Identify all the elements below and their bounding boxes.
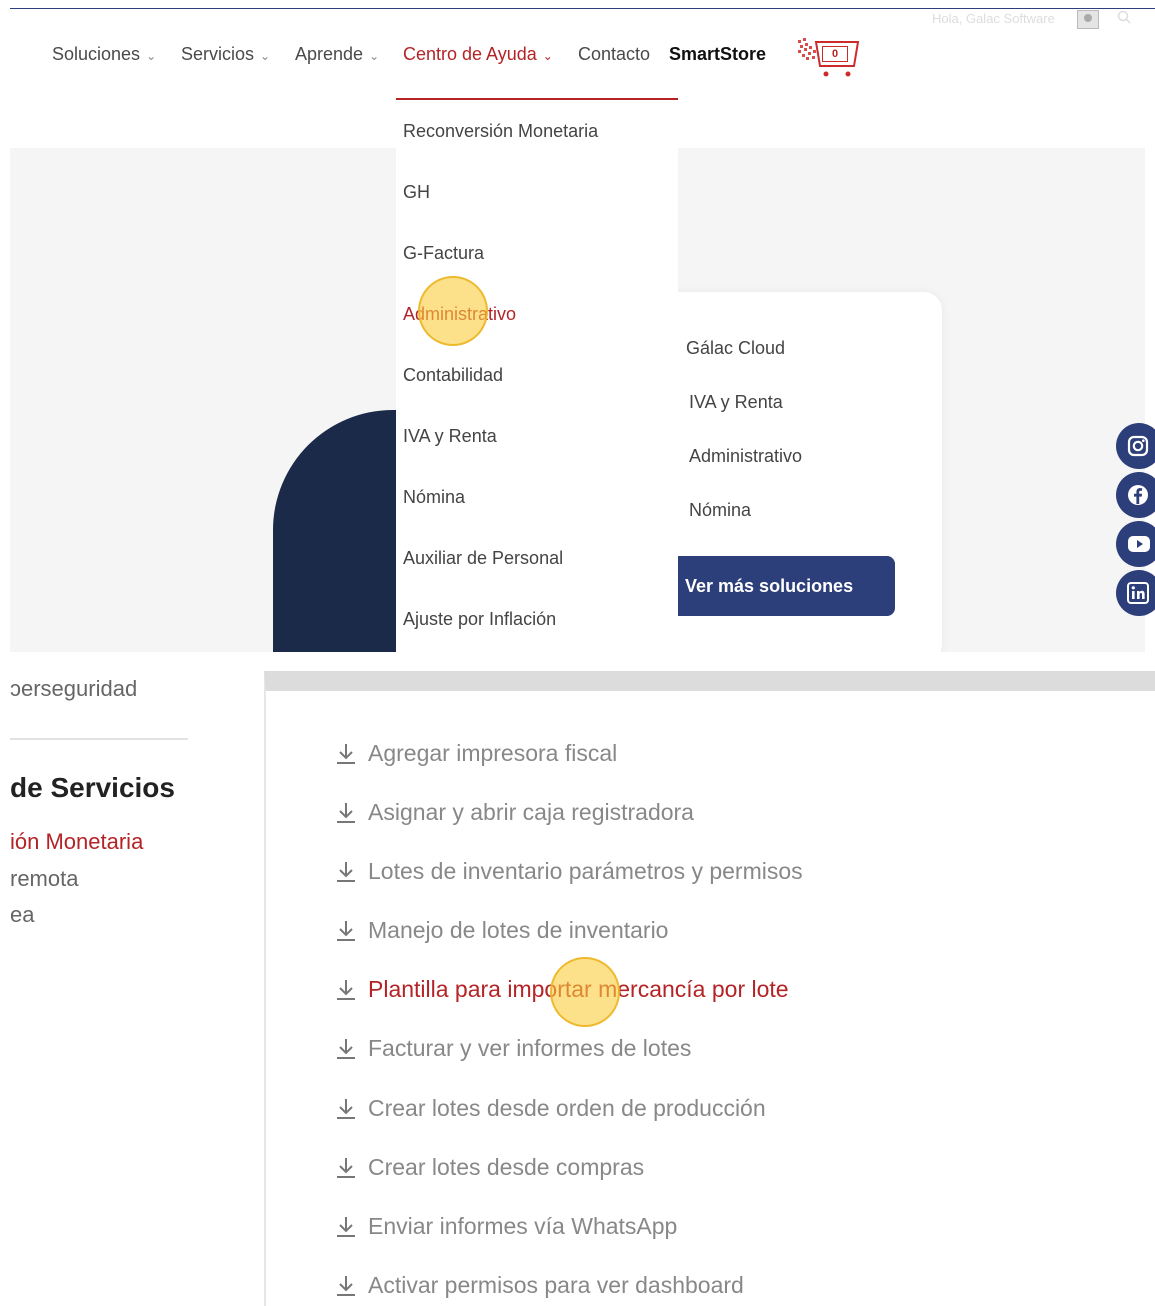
chevron-down-icon: ⌄ [369,48,380,63]
dropdown-item-g-factura[interactable]: G-Factura [403,243,484,264]
nav-label: Contacto [578,44,651,64]
chevron-down-icon: ⌄ [146,48,157,63]
click-highlight-marker [550,957,620,1027]
solution-item-galac-cloud[interactable]: Gálac Cloud [686,338,785,359]
download-item[interactable]: Crear lotes desde orden de producción [336,1095,766,1122]
click-highlight-marker [418,276,488,346]
dropdown-item-nomina[interactable]: Nómina [403,487,465,508]
download-icon [337,861,355,882]
download-item-label: Enviar informes vía WhatsApp [368,1213,678,1239]
nav-servicios[interactable]: Servicios ⌄ [181,44,270,65]
download-icon [337,1216,355,1237]
nav-label: Soluciones [52,44,141,64]
download-item-label: Facturar y ver informes de lotes [368,1035,692,1061]
nav-smartstore[interactable]: SmartStore [669,44,766,65]
nav-label: Centro de Ayuda [403,44,537,64]
cart-button[interactable]: 0 [796,36,860,80]
solution-item-iva-renta[interactable]: IVA y Renta [689,392,783,413]
avatar[interactable] [1077,10,1099,29]
nav-label: Aprende [295,44,364,64]
download-icon [337,979,355,1000]
download-icon [337,920,355,941]
linkedin-icon[interactable] [1116,570,1155,616]
download-item[interactable]: Manejo de lotes de inventario [336,917,668,944]
help-center-dropdown: Reconversión Monetaria GH G-Factura Admi… [396,98,678,652]
dropdown-item-iva-renta[interactable]: IVA y Renta [403,426,497,447]
nav-aprende[interactable]: Aprende ⌄ [295,44,379,65]
download-item-label: Crear lotes desde orden de producción [368,1095,766,1121]
more-solutions-button[interactable]: Ver más soluciones [665,556,895,616]
cart-count-badge: 0 [822,46,848,62]
download-icon [337,1157,355,1178]
sidebar-divider [10,738,188,740]
nav-contacto[interactable]: Contacto [578,44,650,65]
download-item[interactable]: Lotes de inventario parámetros y permiso… [336,858,803,885]
instagram-icon[interactable] [1116,423,1155,469]
download-item-label: Asignar y abrir caja registradora [368,799,694,825]
top-screenshot-panel: Hola, Galac Software Soluciones ⌄ Servic… [0,0,1155,652]
sidebar-link-remota[interactable]: remota [10,866,78,892]
sidebar-heading: de Servicios [10,772,175,803]
sidebar-item-partial[interactable]: ɔerseguridad [10,676,137,702]
download-item[interactable]: Facturar y ver informes de lotes [336,1035,691,1062]
nav-soluciones[interactable]: Soluciones ⌄ [52,44,156,65]
download-icon [337,1098,355,1119]
solution-item-nomina[interactable]: Nómina [689,500,751,521]
dropdown-item-auxiliar-personal[interactable]: Auxiliar de Personal [403,548,563,569]
download-icon [337,1038,355,1059]
solution-item-administrativo[interactable]: Administrativo [689,446,802,467]
dropdown-item-ajuste-inflacion[interactable]: Ajuste por Inflación [403,609,556,630]
download-item-label: Agregar impresora fiscal [368,740,618,766]
download-item[interactable]: Agregar impresora fiscal [336,740,617,767]
youtube-icon[interactable] [1116,521,1155,567]
download-item[interactable]: Enviar informes vía WhatsApp [336,1213,677,1240]
download-item-label: Crear lotes desde compras [368,1154,645,1180]
download-icon [337,1275,355,1296]
nav-label: Servicios [181,44,255,64]
download-item-label: Activar permisos para ver dashboard [368,1272,744,1298]
download-icon [337,743,355,764]
download-icon [337,802,355,823]
chevron-down-icon: ⌄ [260,48,271,63]
nav-centro-de-ayuda[interactable]: Centro de Ayuda ⌄ [403,44,553,65]
user-greeting: Hola, Galac Software [932,11,1055,26]
header-top-rule [10,8,1155,9]
search-icon[interactable] [1117,10,1131,24]
sidebar-link-partial[interactable]: ea [10,902,34,928]
download-item-label: Manejo de lotes de inventario [368,917,669,943]
dropdown-item-gh[interactable]: GH [403,182,430,203]
download-item[interactable]: Activar permisos para ver dashboard [336,1272,744,1299]
download-item[interactable]: Crear lotes desde compras [336,1154,644,1181]
nav-label: SmartStore [669,44,767,64]
dropdown-item-reconversion[interactable]: Reconversión Monetaria [403,121,598,142]
download-item-label: Lotes de inventario parámetros y permiso… [368,858,803,884]
download-item[interactable]: Asignar y abrir caja registradora [336,799,694,826]
bottom-screenshot-panel: ɔerseguridad de Servicios ión Monetaria … [0,652,1155,1306]
facebook-icon[interactable] [1116,472,1155,518]
dropdown-item-contabilidad[interactable]: Contabilidad [403,365,503,386]
chevron-down-icon: ⌄ [542,48,553,63]
sidebar-link-reconversion[interactable]: ión Monetaria [10,829,143,855]
